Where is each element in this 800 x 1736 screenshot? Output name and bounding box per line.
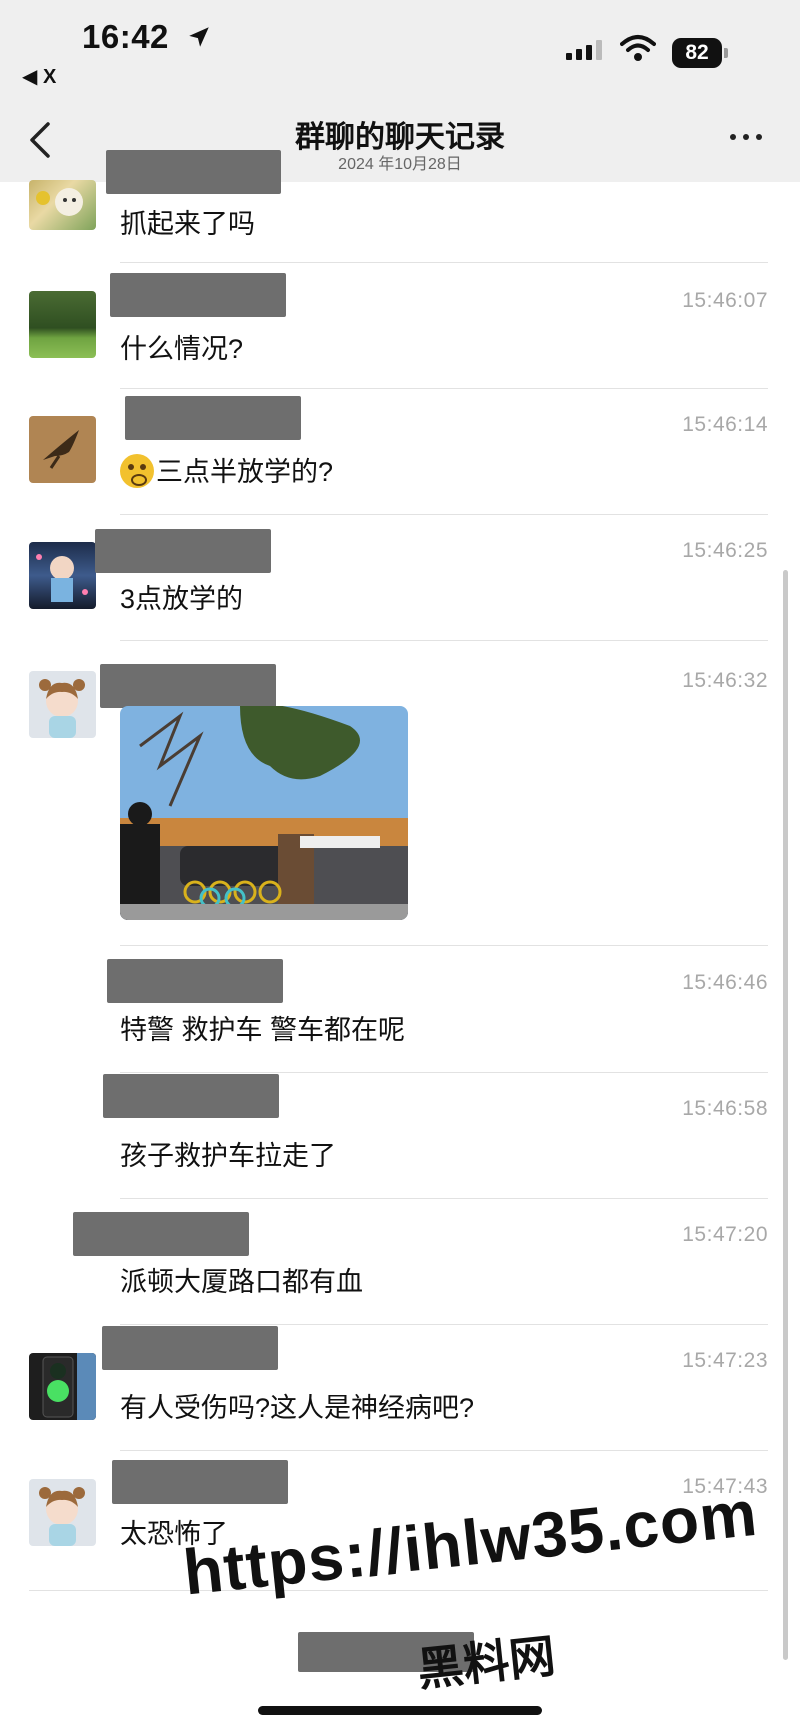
avatar[interactable] bbox=[29, 1479, 96, 1546]
divider bbox=[29, 1590, 768, 1591]
list-item[interactable]: 15:46:07 什么情况? bbox=[0, 265, 800, 390]
wifi-icon bbox=[620, 35, 656, 61]
list-item[interactable]: 15:46:14 三点半放学的? bbox=[0, 390, 800, 516]
message-time: 15:46:07 bbox=[682, 289, 768, 312]
list-item[interactable]: 15:47:20 派顿大厦路口都有血 bbox=[0, 1200, 800, 1326]
divider bbox=[120, 1450, 768, 1451]
avatar[interactable] bbox=[29, 1353, 96, 1420]
watermark-site-name: 黑料网 bbox=[415, 1629, 558, 1696]
list-item[interactable]: 15:46:58 孩子救护车拉走了 bbox=[0, 1074, 800, 1200]
avatar[interactable] bbox=[29, 671, 96, 738]
message-text: 有人受伤吗?这人是神经病吧? bbox=[120, 1393, 475, 1423]
message-text: 派顿大厦路口都有血 bbox=[120, 1267, 363, 1297]
message-text-content: 三点半放学的? bbox=[156, 457, 334, 487]
message-text: 什么情况? bbox=[120, 334, 244, 364]
message-time: 15:47:20 bbox=[682, 1223, 768, 1246]
avatar[interactable] bbox=[29, 542, 96, 609]
home-indicator[interactable] bbox=[258, 1706, 542, 1715]
location-arrow-icon bbox=[189, 27, 209, 47]
list-item[interactable]: 15:46:32 bbox=[0, 642, 800, 948]
message-text: 三点半放学的? bbox=[120, 450, 333, 489]
redacted-sender-name bbox=[125, 396, 301, 440]
avatar[interactable] bbox=[29, 291, 96, 358]
divider bbox=[120, 262, 768, 263]
divider bbox=[120, 1324, 768, 1325]
divider bbox=[120, 388, 768, 389]
message-time: 15:46:25 bbox=[682, 539, 768, 562]
redacted-sender-name bbox=[112, 1460, 288, 1504]
shared-photo[interactable] bbox=[120, 706, 408, 920]
divider bbox=[120, 1198, 768, 1199]
crying-face-emoji-icon bbox=[120, 454, 154, 488]
redacted-sender-name bbox=[103, 1074, 279, 1118]
redacted-sender-name bbox=[100, 664, 276, 708]
message-time: 15:47:23 bbox=[682, 1349, 768, 1372]
message-text: 特警 救护车 警车都在呢 bbox=[120, 1015, 406, 1045]
battery-level: 82 bbox=[672, 38, 722, 68]
redacted-sender-name bbox=[110, 273, 286, 317]
status-time: 16:42 bbox=[82, 18, 169, 55]
back-to-app-link[interactable]: ◀ X bbox=[22, 64, 56, 89]
message-time: 15:46:58 bbox=[682, 1097, 768, 1120]
battery-indicator: 82 bbox=[672, 38, 730, 68]
message-time: 15:46:14 bbox=[682, 413, 768, 436]
avatar[interactable] bbox=[29, 416, 96, 483]
list-item[interactable]: 抓起来了吗 bbox=[0, 150, 800, 265]
list-item[interactable]: 15:47:23 有人受伤吗?这人是神经病吧? bbox=[0, 1326, 800, 1452]
redacted-sender-name bbox=[95, 529, 271, 573]
redacted-sender-name bbox=[73, 1212, 249, 1256]
redacted-sender-name bbox=[102, 1326, 278, 1370]
message-text: 抓起来了吗 bbox=[120, 209, 255, 239]
list-item[interactable]: 15:46:25 3点放学的 bbox=[0, 516, 800, 642]
cellular-signal-icon bbox=[566, 40, 602, 60]
divider bbox=[120, 514, 768, 515]
redacted-sender-name bbox=[106, 150, 281, 194]
divider bbox=[120, 1072, 768, 1073]
more-options-icon[interactable] bbox=[726, 128, 766, 148]
avatar[interactable] bbox=[29, 180, 96, 230]
list-item[interactable]: 15:46:46 特警 救护车 警车都在呢 bbox=[0, 948, 800, 1074]
divider bbox=[120, 945, 768, 946]
battery-tip bbox=[724, 48, 728, 58]
message-text: 孩子救护车拉走了 bbox=[120, 1141, 336, 1171]
message-text: 3点放学的 bbox=[120, 584, 244, 614]
redacted-sender-name bbox=[107, 959, 283, 1003]
message-time: 15:46:32 bbox=[682, 669, 768, 692]
divider bbox=[120, 640, 768, 641]
message-time: 15:46:46 bbox=[682, 971, 768, 994]
scrollbar[interactable] bbox=[783, 570, 788, 1660]
